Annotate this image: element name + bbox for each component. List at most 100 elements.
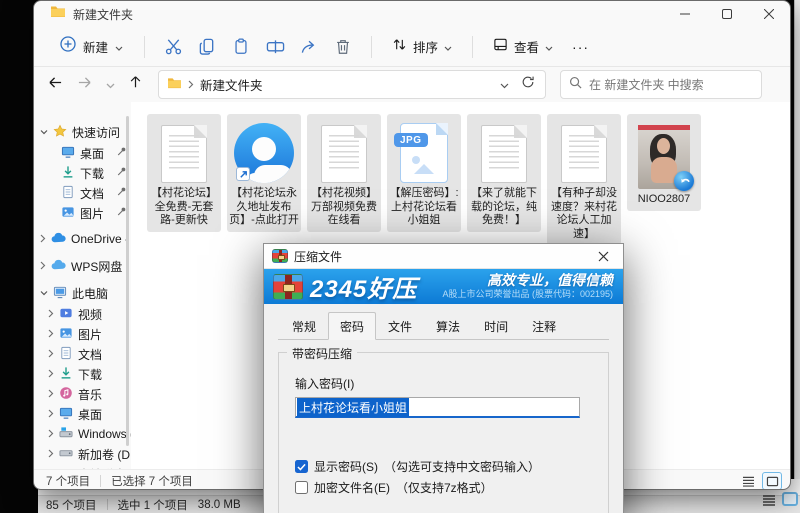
tab-time[interactable]: 时间: [472, 314, 520, 340]
chevron-right-icon[interactable]: [48, 427, 54, 441]
chevron-right-icon[interactable]: [48, 327, 54, 341]
cloud-icon: [51, 259, 66, 273]
delete-button[interactable]: [326, 31, 360, 63]
sidebar-item-onedrive[interactable]: OneDrive - Perso: [34, 228, 131, 250]
item-count: 7 个项目: [46, 473, 90, 489]
chevron-right-icon[interactable]: [48, 347, 54, 361]
tab-files[interactable]: 文件: [376, 314, 424, 340]
title-bar[interactable]: 新建文件夹: [34, 1, 790, 27]
forward-button[interactable]: [77, 76, 92, 94]
view-button[interactable]: 查看: [484, 31, 562, 63]
toolbar-divider: [144, 36, 145, 58]
copy-button[interactable]: [190, 31, 224, 63]
share-button[interactable]: [292, 31, 326, 63]
desktop-icon: [59, 406, 73, 423]
chevron-right-icon[interactable]: [48, 307, 54, 321]
more-options-button[interactable]: ···: [562, 39, 599, 55]
sidebar-item-quick-access[interactable]: 快速访问: [34, 121, 131, 143]
file-item[interactable]: 【村花视频】万部视频免费在线看: [307, 114, 381, 232]
tab-password[interactable]: 密码: [328, 312, 376, 340]
file-item[interactable]: 【村花论坛永久地址发布页】-点此打开: [227, 114, 301, 232]
close-button[interactable]: [748, 1, 790, 27]
search-box[interactable]: [560, 70, 762, 99]
chevron-down-icon: [545, 38, 553, 56]
breadcrumb-chevron-icon: [188, 76, 194, 94]
sort-arrows-icon: [392, 37, 407, 57]
chevron-down-icon[interactable]: [40, 125, 48, 139]
desktop: 85 个项目 选中 1 个项目 38.0 MB 新建文件夹: [0, 0, 800, 513]
rename-button[interactable]: [258, 31, 292, 63]
recent-locations-chevron-icon[interactable]: [106, 76, 115, 94]
thumbnail-view-icon[interactable]: [782, 492, 798, 511]
password-groupbox: 带密码压缩 输入密码(I) 上村花论坛看小姐姐 显示密码(S) （勾选可支持中文…: [278, 352, 609, 513]
show-password-checkbox[interactable]: [295, 460, 308, 473]
sidebar-item-desktop[interactable]: 桌面: [34, 143, 131, 163]
breadcrumb[interactable]: 新建文件夹: [200, 75, 263, 94]
new-button-label: 新建: [83, 37, 108, 56]
window-title: 新建文件夹: [73, 6, 133, 23]
jpg-file-icon: JPG: [400, 123, 448, 183]
desktop-icon: [61, 145, 75, 162]
sidebar-item-music[interactable]: 音乐: [34, 384, 131, 404]
sidebar-item-this-pc[interactable]: 此电脑: [34, 282, 131, 304]
star-icon: [53, 124, 67, 141]
chevron-right-icon[interactable]: [48, 447, 54, 461]
back-button[interactable]: [48, 76, 63, 94]
sidebar-item-downloads-pc[interactable]: 下载: [34, 364, 131, 384]
maximize-button[interactable]: [706, 1, 748, 27]
view-icon: [493, 37, 508, 57]
sidebar-item-downloads[interactable]: 下载: [34, 163, 131, 183]
folder-icon: [167, 76, 182, 94]
up-button[interactable]: [129, 75, 142, 94]
dialog-close-button[interactable]: [589, 245, 617, 267]
minimize-button[interactable]: [664, 1, 706, 27]
search-input[interactable]: [589, 78, 753, 92]
sidebar-item-documents-pc[interactable]: 文档: [34, 344, 131, 364]
cut-button[interactable]: [156, 31, 190, 63]
chevron-right-icon[interactable]: [48, 387, 54, 401]
chevron-down-icon[interactable]: [40, 286, 48, 300]
file-item[interactable]: JPG 【解压密码】: 上村花论坛看小姐姐: [387, 114, 461, 232]
dialog-title-bar[interactable]: 压缩文件: [264, 244, 623, 269]
file-name: 【来了就能下载的论坛，纯免费！】: [469, 187, 539, 228]
sidebar-item-pictures[interactable]: 图片: [34, 203, 131, 223]
list-view-icon[interactable]: [762, 493, 776, 511]
address-dropdown-chevron-icon[interactable]: [500, 76, 509, 94]
file-item[interactable]: 【有种子却没速度？来村花论坛人工加速】: [547, 114, 621, 245]
file-item[interactable]: 【村花论坛】全免费-无套路-更新快: [147, 114, 221, 232]
sort-button[interactable]: 排序: [383, 31, 461, 63]
chevron-right-icon[interactable]: [40, 259, 46, 273]
picture-icon: [61, 205, 75, 222]
show-password-hint: （勾选可支持中文密码输入）: [384, 458, 540, 475]
details-view-toggle[interactable]: [738, 472, 758, 490]
tab-algorithm[interactable]: 算法: [424, 314, 472, 340]
file-item[interactable]: NIOO2807: [627, 114, 701, 211]
refresh-icon[interactable]: [521, 75, 535, 94]
sidebar-item-pictures-pc[interactable]: 图片: [34, 324, 131, 344]
encrypt-names-row[interactable]: 加密文件名(E) （仅支持7z格式）: [295, 479, 592, 496]
new-button[interactable]: 新建: [50, 30, 133, 63]
address-bar[interactable]: 新建文件夹: [158, 70, 546, 99]
file-name: 【村花论坛永久地址发布页】-点此打开: [229, 187, 299, 228]
sidebar-item-wps-cloud[interactable]: WPS网盘: [34, 255, 131, 277]
thumbnail-view-toggle[interactable]: [762, 472, 782, 490]
show-password-row[interactable]: 显示密码(S) （勾选可支持中文密码输入）: [295, 458, 592, 475]
password-input[interactable]: 上村花论坛看小姐姐: [295, 397, 580, 418]
dialog-tabs: 常规 密码 文件 算法 时间 注释: [278, 311, 609, 340]
tab-general[interactable]: 常规: [280, 314, 328, 340]
sidebar-item-documents[interactable]: 文档: [34, 183, 131, 203]
file-name: 【村花视频】万部视频免费在线看: [309, 187, 379, 228]
tab-comment[interactable]: 注释: [520, 314, 568, 340]
chevron-right-icon[interactable]: [48, 407, 54, 421]
sidebar-item-new-volume-d[interactable]: 新加卷 (D:): [34, 444, 131, 464]
chevron-right-icon[interactable]: [40, 232, 46, 246]
sidebar-item-desktop-pc[interactable]: 桌面: [34, 404, 131, 424]
file-item[interactable]: 【来了就能下载的论坛，纯免费！】: [467, 114, 541, 232]
sidebar-item-windows-c[interactable]: Windows (C:): [34, 424, 131, 444]
chevron-right-icon[interactable]: [48, 367, 54, 381]
encrypt-names-checkbox[interactable]: [295, 481, 308, 494]
paste-button[interactable]: [224, 31, 258, 63]
sidebar-item-videos[interactable]: 视频: [34, 304, 131, 324]
file-name: 【解压密码】: 上村花论坛看小姐姐: [389, 187, 459, 228]
sidebar-scrollbar[interactable]: [126, 116, 129, 446]
